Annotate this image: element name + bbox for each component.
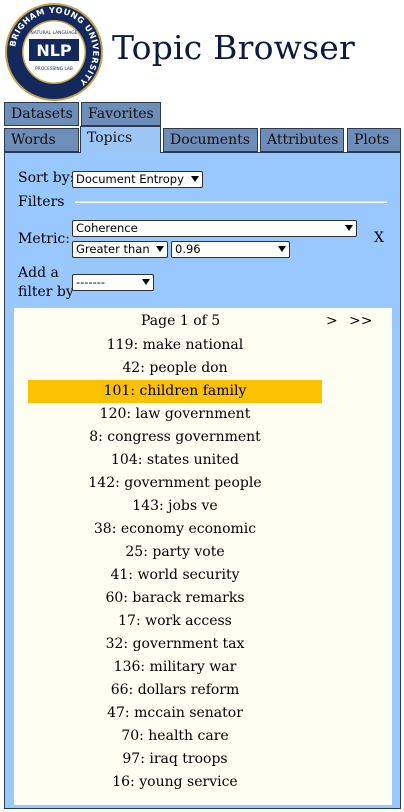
filters-divider bbox=[75, 201, 387, 203]
topic-list-item[interactable]: 41: world security bbox=[28, 564, 322, 587]
threshold-select-value: 0.96 bbox=[175, 242, 201, 256]
sort-select[interactable]: Document Entropy bbox=[72, 171, 203, 188]
topic-list-item[interactable]: 32: government tax bbox=[28, 633, 322, 656]
last-page-button[interactable]: >> bbox=[349, 313, 372, 329]
tab-topics[interactable]: Topics bbox=[80, 126, 161, 153]
chevron-down-icon bbox=[278, 246, 286, 252]
metric-select-value: Coherence bbox=[76, 221, 138, 235]
topic-list-item[interactable]: 70: health care bbox=[28, 725, 322, 748]
topic-list-item[interactable]: 17: work access bbox=[28, 610, 322, 633]
chevron-down-icon bbox=[191, 176, 199, 182]
tab-attributes[interactable]: Attributes bbox=[260, 128, 344, 152]
tab-datasets[interactable]: Datasets bbox=[4, 102, 79, 126]
topic-list-item[interactable]: 136: military war bbox=[28, 656, 322, 679]
topic-list-item[interactable]: 38: economy economic bbox=[28, 518, 322, 541]
add-filter-label-line1: Add a bbox=[18, 265, 59, 281]
topic-list-item[interactable]: 47: mccain senator bbox=[28, 702, 322, 725]
app-title: Topic Browser bbox=[112, 28, 355, 67]
topic-list: 119: make national 42: people don 101: chi… bbox=[14, 334, 392, 794]
chevron-down-icon bbox=[156, 246, 164, 252]
topic-list-item[interactable]: 142: government people bbox=[28, 472, 322, 495]
page-indicator: Page 1 of 5 bbox=[141, 313, 221, 329]
nlp-lab-logo: BRIGHAM YOUNG UNIVERSITY NATURAL LANGUAG… bbox=[5, 3, 103, 101]
metric-select[interactable]: Coherence bbox=[72, 220, 357, 237]
topic-list-item[interactable]: 25: party vote bbox=[28, 541, 322, 564]
topic-list-item[interactable]: 97: iraq troops bbox=[28, 748, 322, 771]
topic-list-item[interactable]: 101: children family bbox=[28, 380, 322, 403]
sort-label: Sort by: bbox=[18, 170, 75, 186]
topic-list-item[interactable]: 42: people don bbox=[28, 357, 322, 380]
topics-panel: Sort by: Document Entropy Filters Metric… bbox=[4, 152, 401, 809]
add-filter-label-line2: filter by bbox=[18, 284, 74, 300]
tab-plots[interactable]: Plots bbox=[347, 128, 401, 152]
chevron-down-icon bbox=[345, 225, 353, 231]
topic-list-item[interactable]: 16: young service bbox=[28, 771, 322, 794]
next-page-button[interactable]: > bbox=[326, 313, 338, 329]
tab-favorites[interactable]: Favorites bbox=[81, 102, 161, 126]
topic-list-item[interactable]: 120: law government bbox=[28, 403, 322, 426]
threshold-select[interactable]: 0.96 bbox=[171, 241, 290, 258]
topic-list-item[interactable]: 8: congress government bbox=[28, 426, 322, 449]
topic-list-item[interactable]: 66: dollars reform bbox=[28, 679, 322, 702]
metric-label: Metric: bbox=[18, 231, 70, 247]
comparison-select[interactable]: Greater than bbox=[72, 241, 168, 258]
logo-inner-bottom: PROCESSING LAB bbox=[35, 66, 73, 72]
sort-select-value: Document Entropy bbox=[76, 172, 184, 186]
topic-list-item[interactable]: 104: states united bbox=[28, 449, 322, 472]
logo-inner-top: NATURAL LANGUAGE bbox=[30, 30, 77, 36]
tab-words[interactable]: Words bbox=[4, 128, 79, 152]
tab-documents[interactable]: Documents bbox=[163, 128, 258, 152]
logo-center: NLP bbox=[36, 41, 72, 60]
topic-list-item[interactable]: 119: make national bbox=[28, 334, 322, 357]
topic-list-container: Page 1 of 5 > >> 119: make national 42: p… bbox=[14, 308, 392, 805]
add-filter-select-value: ------- bbox=[76, 275, 106, 289]
add-filter-select[interactable]: ------- bbox=[72, 274, 154, 291]
topic-list-item[interactable]: 60: barack remarks bbox=[28, 587, 322, 610]
comparison-select-value: Greater than bbox=[76, 242, 150, 256]
remove-filter-button[interactable]: X bbox=[374, 230, 384, 246]
chevron-down-icon bbox=[142, 279, 150, 285]
filters-heading: Filters bbox=[18, 194, 65, 210]
topic-list-item[interactable]: 143: jobs ve bbox=[28, 495, 322, 518]
